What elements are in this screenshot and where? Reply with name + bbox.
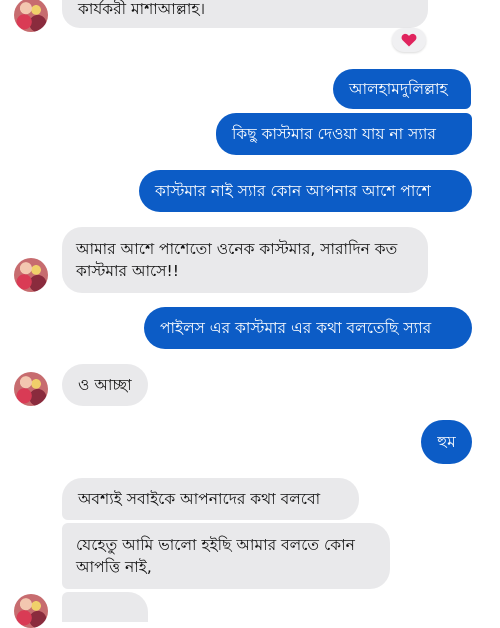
chat-thread: কার্যকরী মাশাআল্লাহ। আলহামদুলিল্লাহ কিছু… — [0, 0, 500, 628]
incoming-message[interactable]: আমার আশে পাশেতো ওনেক কাস্টমার, সারাদিন ক… — [62, 227, 428, 293]
contact-avatar[interactable] — [14, 594, 48, 628]
contact-avatar[interactable] — [14, 258, 48, 292]
message-text: কিছু কাস্টমার দেওয়া যায় না স্যার — [232, 125, 436, 143]
message-text: অবশ্যই সবাইকে আপনাদের কথা বলবো — [78, 490, 321, 508]
incoming-message[interactable] — [62, 592, 148, 622]
outgoing-message[interactable]: আলহামদুলিল্লাহ — [333, 69, 471, 109]
incoming-message[interactable]: ও আচ্ছা — [62, 364, 148, 406]
incoming-message[interactable]: অবশ্যই সবাইকে আপনাদের কথা বলবো — [62, 478, 359, 520]
message-text: কার্যকরী মাশাআল্লাহ। — [78, 0, 206, 18]
message-text: ও আচ্ছা — [78, 376, 132, 394]
message-text: যেহেতু আমি ভালো হইছি আমার বলতে কোন আপত্ত… — [76, 536, 355, 576]
contact-avatar[interactable] — [14, 0, 48, 32]
message-text: কাস্টমার নাই স্যার কোন আপনার আশে পাশে — [155, 182, 431, 200]
incoming-message[interactable]: যেহেতু আমি ভালো হইছি আমার বলতে কোন আপত্ত… — [62, 523, 390, 589]
outgoing-message[interactable]: কিছু কাস্টমার দেওয়া যায় না স্যার — [216, 113, 472, 155]
heart-icon — [401, 33, 417, 47]
outgoing-message[interactable]: পাইলস এর কাস্টমার এর কথা বলতেছি স্যার — [144, 307, 472, 349]
message-text: হুম — [437, 433, 456, 451]
message-text: পাইলস এর কাস্টমার এর কথা বলতেছি স্যার — [160, 319, 432, 337]
outgoing-message[interactable]: কাস্টমার নাই স্যার কোন আপনার আশে পাশে — [139, 170, 472, 212]
message-text: আলহামদুলিল্লাহ — [349, 80, 448, 98]
outgoing-message[interactable]: হুম — [421, 420, 472, 464]
incoming-message[interactable]: কার্যকরী মাশাআল্লাহ। — [62, 0, 428, 28]
message-text: আমার আশে পাশেতো ওনেক কাস্টমার, সারাদিন ক… — [76, 240, 398, 280]
message-reaction[interactable] — [392, 28, 426, 52]
contact-avatar[interactable] — [14, 372, 48, 406]
